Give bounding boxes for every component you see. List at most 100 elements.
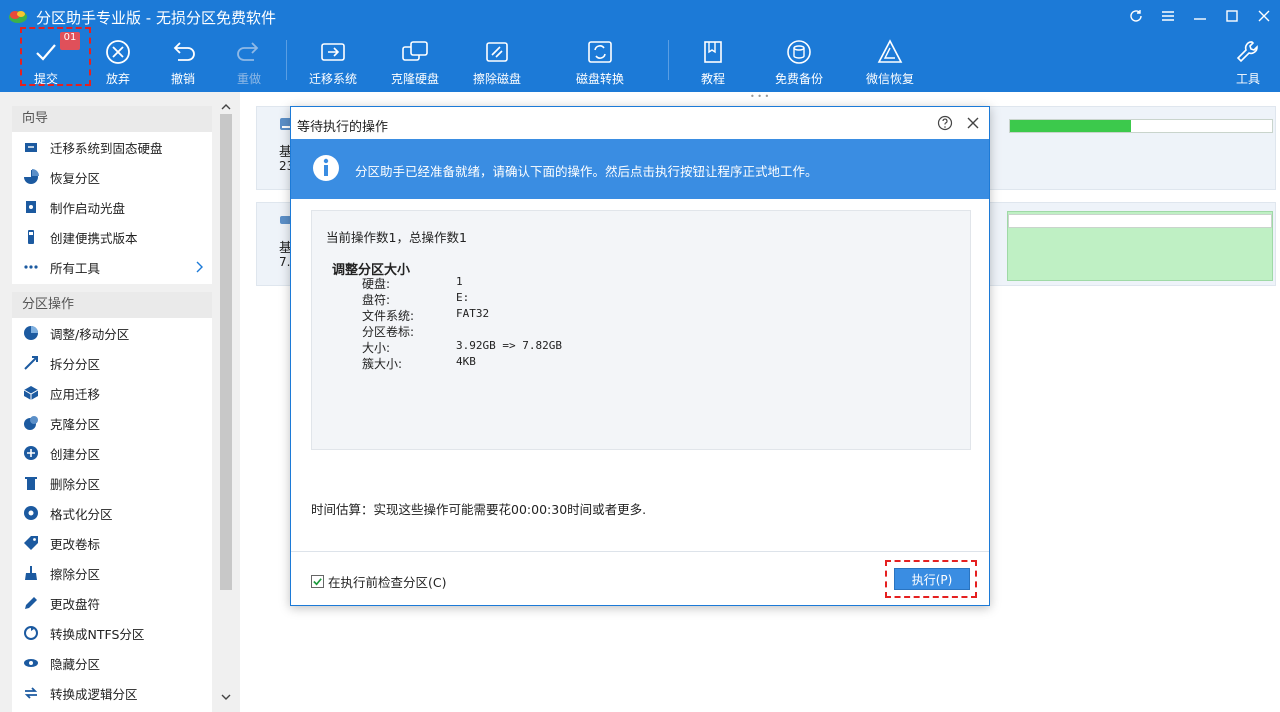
clone-disk-button[interactable]: 克隆硬盘 [388, 32, 442, 88]
disk-convert-button[interactable]: 磁盘转换 [573, 32, 627, 88]
free-backup-button[interactable]: 免费备份 [772, 32, 826, 88]
scroll-thumb[interactable] [220, 114, 232, 590]
splitter-grip[interactable]: • • • [750, 92, 770, 101]
info-message: 分区助手已经准备就绪，请确认下面的操作。然后点击执行按钮让程序正式地工作。 [355, 164, 818, 179]
sidebar-item-migrate-ssd[interactable]: 迁移系统到固态硬盘 [12, 132, 212, 162]
left-panel: 向导 迁移系统到固态硬盘 恢复分区 制作启动光盘 创建便携式版本 所有工具 分区… [0, 92, 240, 712]
disk-2-size: 7. [279, 255, 291, 269]
sidebar-item-create-partition[interactable]: 创建分区 [12, 438, 212, 468]
dialog-close-icon[interactable] [965, 115, 981, 131]
sidebar-item-recover-partition[interactable]: 恢复分区 [12, 162, 212, 192]
sidebar-item-portable-version[interactable]: 创建便携式版本 [12, 222, 212, 252]
maximize-icon [1226, 10, 1238, 22]
dialog-footer: 在执行前检查分区(C) 执行(P) [291, 551, 989, 605]
sidebar-item-hide-partition[interactable]: 隐藏分区 [12, 648, 212, 678]
wrench-icon [1236, 41, 1258, 63]
sidebar-item-split-partition[interactable]: 拆分分区 [12, 348, 212, 378]
left-panel-scrollbar[interactable] [218, 100, 234, 704]
help-icon[interactable] [937, 115, 953, 131]
undo-icon [173, 42, 195, 61]
pending-operations-dialog: 等待执行的操作 分区助手已经准备就绪，请确认下面的操作。然后点击执行按钮让程序正… [290, 106, 990, 606]
window-title: 分区助手专业版 - 无损分区免费软件 [36, 9, 276, 27]
refresh-button[interactable] [1120, 0, 1152, 32]
swap-icon [24, 687, 38, 699]
create-partition-icon [24, 446, 38, 460]
operation-count: 当前操作数1，总操作数1 [326, 230, 467, 245]
resize-partition-icon [24, 326, 38, 340]
operations-list: 当前操作数1，总操作数1 调整分区大小 硬盘: 1 盘符: E: 文件系统: FAT3… [311, 210, 971, 450]
menu-button[interactable] [1152, 0, 1184, 32]
checkbox-label: 在执行前检查分区(C) [328, 575, 447, 590]
submit-highlight-box [20, 27, 91, 86]
migrate-disk-icon [321, 43, 345, 61]
sidebar-item-convert-logical[interactable]: 转换成逻辑分区 [12, 678, 212, 708]
close-icon [1258, 10, 1270, 22]
app-logo-icon [9, 11, 27, 23]
wizard-section: 向导 迁移系统到固态硬盘 恢复分区 制作启动光盘 创建便携式版本 所有工具 [12, 106, 212, 284]
discard-button[interactable]: 放弃 [98, 32, 138, 88]
detail-row: 硬盘: 1 [362, 275, 463, 291]
top-bar: 分区助手专业版 - 无损分区免费软件 提交 01 放弃 撤销 重做 迁移系统 克… [0, 0, 1280, 92]
wizard-section-title: 向导 [12, 106, 212, 132]
boot-disc-icon [26, 201, 36, 213]
partition-ops-title: 分区操作 [12, 292, 212, 318]
checkmark-icon [313, 578, 322, 586]
tag-icon [24, 536, 38, 550]
sidebar-item-all-tools[interactable]: 所有工具 [12, 252, 212, 282]
undo-button[interactable]: 撤销 [163, 32, 203, 88]
checkbox[interactable] [311, 575, 324, 588]
clone-partition-icon [24, 416, 38, 430]
detail-row: 大小: 3.92GB => 7.82GB [362, 339, 562, 355]
chevron-right-icon [196, 261, 203, 273]
backup-icon [787, 40, 811, 64]
sidebar-item-convert-ntfs[interactable]: 转换成NTFS分区 [12, 618, 212, 648]
tools-button[interactable]: 工具 [1228, 32, 1268, 88]
menu-icon [1162, 11, 1174, 21]
title-bar: 分区助手专业版 - 无损分区免费软件 [0, 0, 1280, 32]
cancel-circle-icon [106, 40, 130, 64]
minimize-button[interactable] [1184, 0, 1216, 32]
disk-2-partition[interactable] [1007, 211, 1273, 281]
dialog-title: 等待执行的操作 [297, 120, 389, 135]
wipe-disk-button[interactable]: 擦除磁盘 [470, 32, 524, 88]
disk-1-usage-bar [1009, 119, 1273, 133]
toolbar-separator [286, 40, 287, 80]
more-dots-icon [24, 265, 38, 269]
app-box-icon [23, 386, 39, 400]
migrate-os-button[interactable]: 迁移系统 [306, 32, 360, 88]
sidebar-item-change-drive-letter[interactable]: 更改盘符 [12, 588, 212, 618]
detail-row: 分区卷标: [362, 325, 415, 339]
split-icon [24, 356, 38, 370]
check-before-execute[interactable]: 在执行前检查分区(C) [311, 572, 446, 591]
wipe-disk-icon [486, 42, 508, 62]
refresh-icon [1130, 10, 1142, 22]
detail-row: 文件系统: FAT32 [362, 307, 490, 323]
disk-1-usage-fill [1010, 120, 1131, 132]
sidebar-item-delete-partition[interactable]: 删除分区 [12, 468, 212, 498]
time-estimate: 时间估算：实现这些操作可能需要花00:00:30时间或者更多. [311, 502, 647, 517]
sidebar-item-clone-partition[interactable]: 克隆分区 [12, 408, 212, 438]
minimize-icon [1194, 18, 1206, 20]
sidebar-item-format-partition[interactable]: 格式化分区 [12, 498, 212, 528]
migrate-icon [25, 143, 37, 152]
convert-icon [24, 626, 38, 640]
sidebar-item-change-label[interactable]: 更改卷标 [12, 528, 212, 558]
maximize-button[interactable] [1216, 0, 1248, 32]
scroll-down-icon[interactable] [221, 692, 231, 702]
wechat-recovery-button[interactable]: 微信恢复 [863, 32, 917, 88]
sidebar-item-wipe-partition[interactable]: 擦除分区 [12, 558, 212, 588]
close-window-button[interactable] [1248, 0, 1280, 32]
execute-button[interactable]: 执行(P) [894, 568, 970, 590]
sidebar-item-make-boot-disc[interactable]: 制作启动光盘 [12, 192, 212, 222]
tutorial-button[interactable]: 教程 [693, 32, 733, 88]
sidebar-item-resize-move[interactable]: 调整/移动分区 [12, 318, 212, 348]
detail-row: 盘符: E: [362, 291, 470, 307]
broom-icon [25, 566, 37, 580]
sidebar-item-app-migrate[interactable]: 应用迁移 [12, 378, 212, 408]
scroll-up-icon[interactable] [221, 102, 231, 112]
redo-button[interactable]: 重做 [229, 32, 269, 88]
detail-row: 簇大小: 4KB [362, 355, 476, 371]
convert-disk-icon [588, 41, 612, 63]
info-icon [313, 155, 339, 181]
partition-ops-section: 分区操作 调整/移动分区 拆分分区 应用迁移 克隆分区 创建分区 删除分区 格式… [12, 292, 212, 712]
